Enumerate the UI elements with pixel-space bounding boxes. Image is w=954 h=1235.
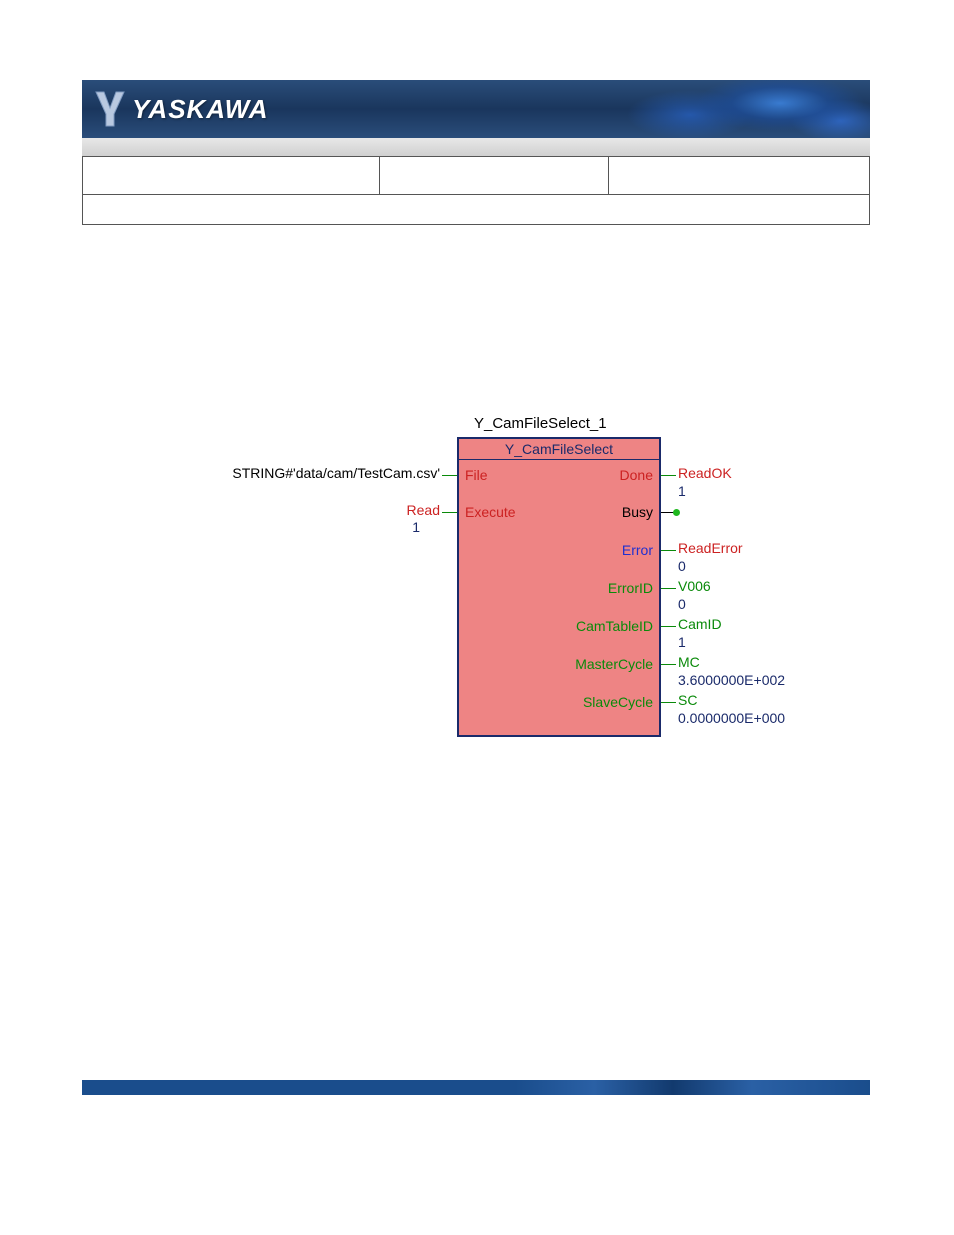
port-mastercycle: MasterCycle <box>575 656 653 672</box>
output-slavecycle-value: SC <box>678 692 697 708</box>
output-done-sub: 1 <box>678 483 686 499</box>
connector-line <box>661 664 676 665</box>
output-mastercycle-value: MC <box>678 654 700 670</box>
connector-line <box>661 550 676 551</box>
function-block-box: Y_CamFileSelect File Execute Done Busy E… <box>457 437 661 737</box>
output-errorid-value: V006 <box>678 578 711 594</box>
table-row <box>83 157 870 195</box>
input-execute-value: Read <box>220 502 440 518</box>
info-table <box>82 156 870 225</box>
info-cell-1 <box>83 157 380 195</box>
output-done-value: ReadOK <box>678 465 732 481</box>
table-row <box>83 195 870 225</box>
header-banner: YASKAWA <box>82 80 870 138</box>
output-slavecycle-sub: 0.0000000E+000 <box>678 710 785 726</box>
function-block-diagram: Y_CamFileSelect_1 STRING#'data/cam/TestC… <box>160 415 850 755</box>
port-camtableid: CamTableID <box>576 618 653 634</box>
output-camtableid-sub: 1 <box>678 634 686 650</box>
connector-line <box>442 512 457 513</box>
output-camtableid-value: CamID <box>678 616 722 632</box>
port-done: Done <box>620 467 653 483</box>
output-errorid-sub: 0 <box>678 596 686 612</box>
logo-area: YASKAWA <box>82 90 269 128</box>
footer-bar <box>82 1080 870 1095</box>
busy-indicator-dot <box>673 509 680 516</box>
page-container: YASKAWA <box>82 80 870 225</box>
connector-line <box>661 588 676 589</box>
output-error-value: ReadError <box>678 540 743 556</box>
port-busy: Busy <box>622 504 653 520</box>
brand-text: YASKAWA <box>132 94 269 125</box>
output-mastercycle-sub: 3.6000000E+002 <box>678 672 785 688</box>
port-file: File <box>465 467 488 483</box>
info-cell-full <box>83 195 870 225</box>
port-errorid: ErrorID <box>608 580 653 596</box>
fb-type-name: Y_CamFileSelect <box>459 441 659 460</box>
input-execute-sub: 1 <box>220 519 420 535</box>
connector-line <box>442 475 457 476</box>
fb-instance-name: Y_CamFileSelect_1 <box>474 415 607 432</box>
connector-line <box>661 626 676 627</box>
yaskawa-logo-icon <box>94 90 126 128</box>
info-cell-3 <box>609 157 870 195</box>
output-error-sub: 0 <box>678 558 686 574</box>
port-error: Error <box>622 542 653 558</box>
header-gray-strip <box>82 138 870 156</box>
connector-line <box>661 475 676 476</box>
port-execute: Execute <box>465 504 516 520</box>
info-cell-2 <box>379 157 609 195</box>
connector-line <box>661 702 676 703</box>
port-slavecycle: SlaveCycle <box>583 694 653 710</box>
input-file-value: STRING#'data/cam/TestCam.csv' <box>10 465 440 481</box>
